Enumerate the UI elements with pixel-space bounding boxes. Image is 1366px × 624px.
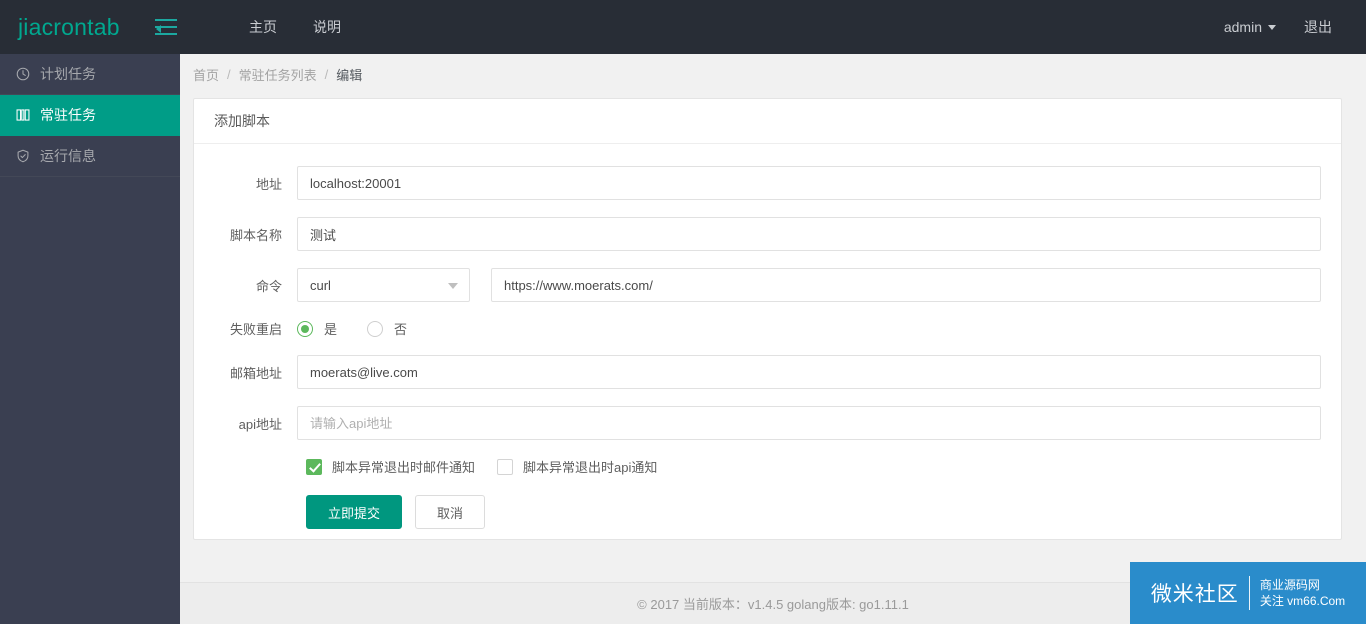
sidebar-item-runtime-info[interactable]: 运行信息 [0, 136, 180, 177]
breadcrumb-separator: / [324, 66, 329, 82]
logout-link[interactable]: 退出 [1290, 17, 1346, 37]
watermark-sub-line1: 商业源码网 [1259, 578, 1320, 592]
mail-address-input[interactable] [297, 355, 1321, 389]
sidebar-toggle-icon[interactable] [155, 14, 181, 40]
radio-selected-icon [297, 320, 313, 337]
fail-restart-radio-no[interactable]: 否 [367, 319, 407, 338]
form-row-script-name: 脚本名称 [194, 217, 1341, 251]
radio-label-yes: 是 [324, 322, 338, 337]
fail-restart-label: 失败重启 [229, 322, 282, 337]
command-arg-input[interactable] [491, 268, 1321, 302]
submit-button[interactable]: 立即提交 [306, 495, 403, 529]
tasks-icon [16, 108, 38, 122]
address-label: 地址 [255, 176, 282, 192]
radio-label-no: 否 [394, 322, 408, 337]
main-content: 首页 / 常驻任务列表 / 编辑 添加脚本 地址 脚本名称 [180, 54, 1366, 624]
checkbox-api-notify[interactable]: 脚本异常退出时api通知 [497, 457, 657, 476]
panel-title: 添加脚本 [194, 99, 1341, 144]
form-row-mail-address: 邮箱地址 [194, 355, 1341, 389]
checkbox-label-api-notify: 脚本异常退出时api通知 [523, 460, 658, 475]
sidebar-item-label: 常驻任务 [40, 107, 96, 123]
command-arg-wrap [491, 268, 1321, 302]
fail-restart-radio-yes[interactable]: 是 [297, 319, 337, 338]
footer-text: © 2017 当前版本：v1.4.5 golang版本: go1.11.1 [637, 597, 909, 612]
fail-restart-radio-group: 是 否 [297, 319, 437, 338]
nav-link-home[interactable]: 主页 [231, 0, 295, 54]
api-address-input[interactable] [297, 406, 1321, 440]
indent-arrow-icon [156, 25, 161, 33]
add-script-panel: 添加脚本 地址 脚本名称 命令 [193, 98, 1342, 540]
command-select-wrap: curl [297, 268, 470, 302]
breadcrumb-separator: / [227, 66, 231, 82]
nav-links: 主页 说明 [231, 0, 359, 54]
watermark-sub-line2: 关注 vm66.Com [1259, 594, 1346, 608]
notify-checkbox-row: 脚本异常退出时邮件通知 脚本异常退出时api通知 [194, 457, 1341, 476]
nav-link-docs[interactable]: 说明 [295, 0, 359, 54]
watermark-title: 微米社区 [1150, 583, 1239, 606]
sidebar-item-label: 计划任务 [40, 66, 96, 82]
shield-icon [16, 149, 38, 163]
checkbox-label-mail-notify: 脚本异常退出时邮件通知 [332, 460, 476, 475]
command-label: 命令 [255, 278, 282, 294]
breadcrumb-item-edit: 编辑 [336, 67, 363, 83]
watermark-badge: 微米社区 商业源码网 关注 vm66.Com [1130, 562, 1366, 624]
user-menu[interactable]: admin [1210, 19, 1290, 35]
form-actions: 立即提交 取消 [194, 495, 1341, 529]
sidebar-item-label: 运行信息 [40, 148, 96, 164]
script-name-input[interactable] [297, 217, 1321, 251]
clock-icon [16, 67, 38, 81]
cancel-button[interactable]: 取消 [415, 495, 486, 529]
form-row-command: 命令 curl [194, 268, 1341, 302]
sidebar-item-scheduled-tasks[interactable]: 计划任务 [0, 54, 180, 95]
top-navbar: jiacrontab 主页 说明 admin 退出 [0, 0, 1366, 54]
breadcrumb: 首页 / 常驻任务列表 / 编辑 [180, 54, 1366, 94]
script-name-label: 脚本名称 [229, 227, 282, 243]
api-address-label: api地址 [238, 416, 282, 432]
breadcrumb-item-list[interactable]: 常驻任务列表 [239, 65, 317, 84]
watermark-divider [1248, 576, 1250, 610]
checkbox-checked-icon [306, 458, 322, 475]
sidebar: 计划任务 常驻任务 运行信息 [0, 54, 180, 624]
watermark-subtitle: 商业源码网 关注 vm66.Com [1260, 577, 1345, 609]
form-row-address: 地址 [194, 166, 1341, 200]
app-brand[interactable]: jiacrontab [18, 14, 138, 41]
mail-address-label: 邮箱地址 [229, 365, 282, 381]
script-form: 地址 脚本名称 命令 [194, 144, 1341, 529]
checkbox-mail-notify[interactable]: 脚本异常退出时邮件通知 [306, 457, 475, 476]
checkbox-unchecked-icon [497, 458, 514, 475]
sidebar-item-daemon-tasks[interactable]: 常驻任务 [0, 95, 180, 136]
nav-right: admin 退出 [1210, 17, 1366, 37]
breadcrumb-item-home[interactable]: 首页 [193, 65, 219, 84]
chevron-down-icon [1268, 24, 1276, 30]
app-root: jiacrontab 主页 说明 admin 退出 计划任务 常驻任务 运行信息… [0, 0, 1366, 624]
form-row-fail-restart: 失败重启 是 否 [194, 319, 1341, 338]
user-name: admin [1223, 19, 1262, 35]
radio-unselected-icon [367, 320, 384, 337]
form-row-api-address: api地址 [194, 406, 1341, 440]
command-select[interactable]: curl [297, 268, 470, 302]
address-input[interactable] [297, 166, 1321, 200]
